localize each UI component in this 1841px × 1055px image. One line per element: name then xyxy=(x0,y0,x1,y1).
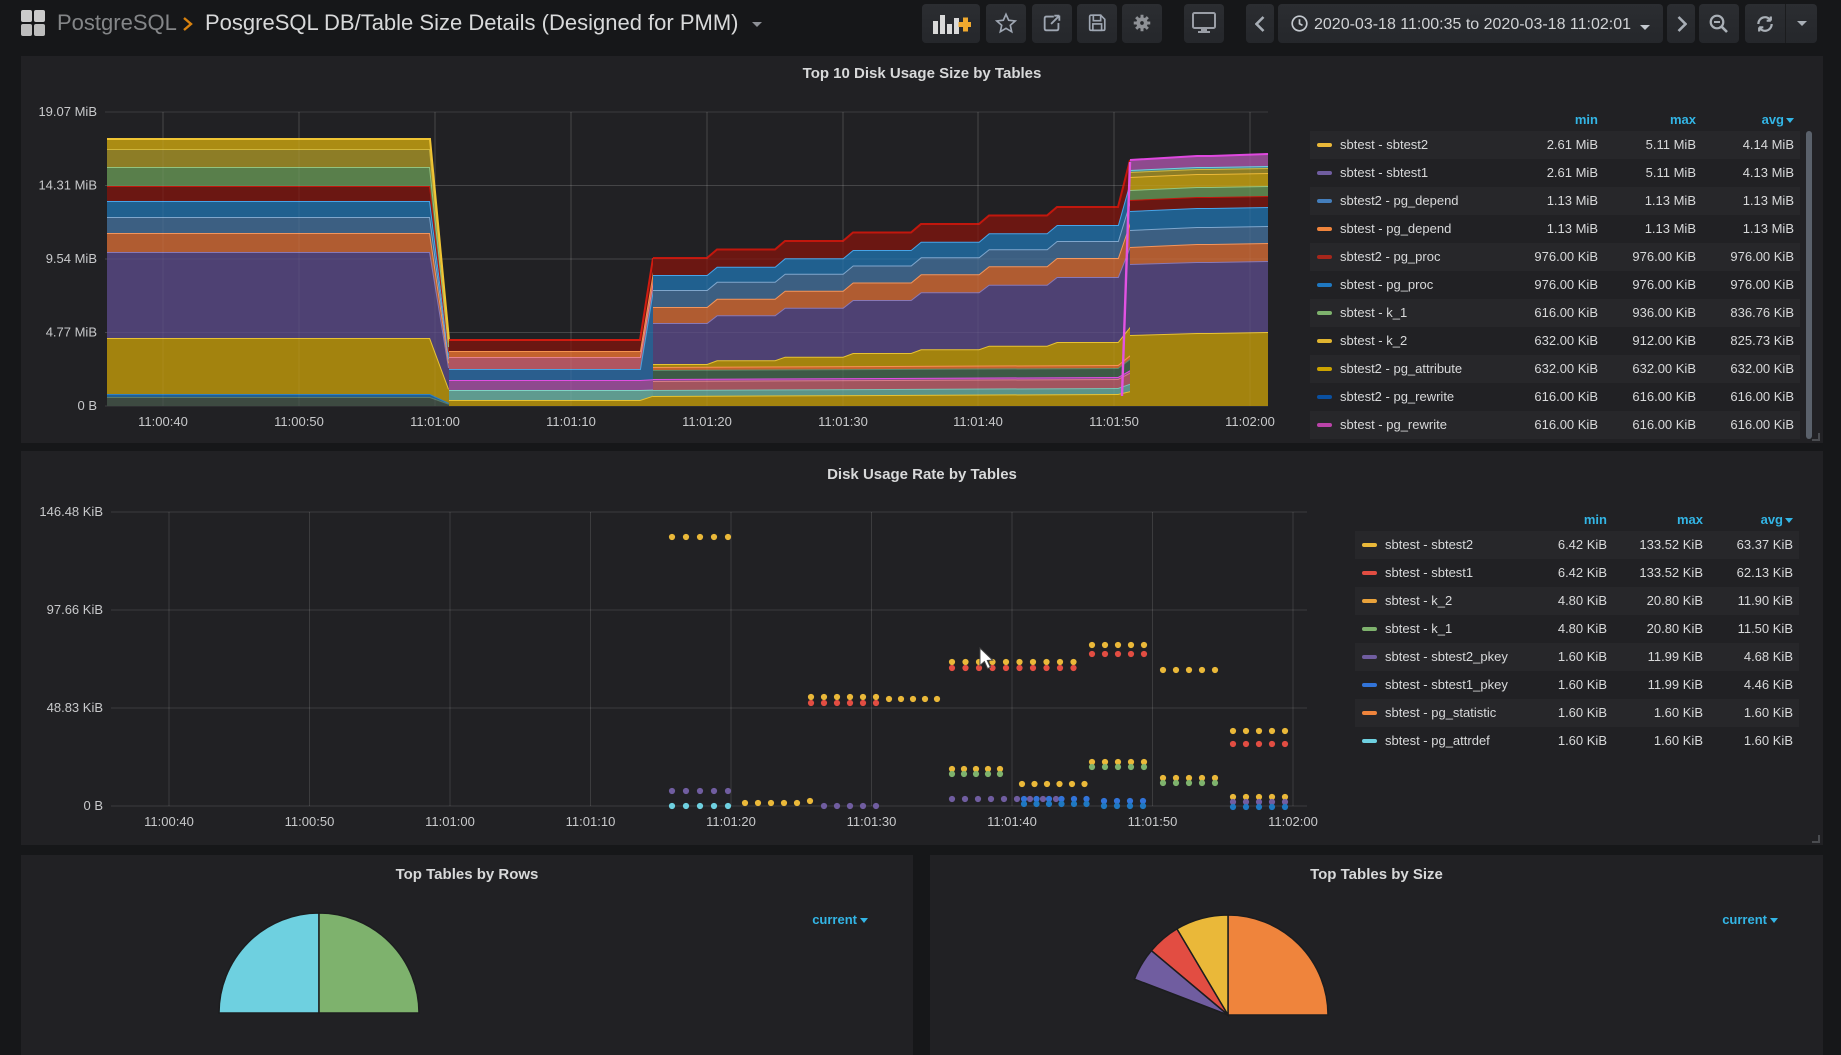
svg-text:11:01:00: 11:01:00 xyxy=(425,814,475,829)
svg-text:11:00:40: 11:00:40 xyxy=(144,814,194,829)
svg-text:146.48 KiB: 146.48 KiB xyxy=(39,504,103,519)
svg-text:11:01:20: 11:01:20 xyxy=(682,414,732,429)
svg-text:11:00:40: 11:00:40 xyxy=(138,414,188,429)
svg-text:48.83 KiB: 48.83 KiB xyxy=(47,700,103,715)
svg-text:11:01:00: 11:01:00 xyxy=(410,414,460,429)
svg-text:11:01:50: 11:01:50 xyxy=(1089,414,1139,429)
svg-text:11:02:00: 11:02:00 xyxy=(1268,814,1318,829)
svg-text:11:01:40: 11:01:40 xyxy=(987,814,1037,829)
svg-text:97.66 KiB: 97.66 KiB xyxy=(47,602,103,617)
svg-text:11:00:50: 11:00:50 xyxy=(274,414,324,429)
svg-text:11:01:10: 11:01:10 xyxy=(546,414,596,429)
svg-text:11:01:40: 11:01:40 xyxy=(953,414,1003,429)
svg-text:11:00:50: 11:00:50 xyxy=(285,814,335,829)
svg-text:11:01:10: 11:01:10 xyxy=(566,814,616,829)
svg-text:4.77 MiB: 4.77 MiB xyxy=(46,325,97,340)
svg-text:19.07 MiB: 19.07 MiB xyxy=(38,104,97,119)
svg-text:14.31 MiB: 14.31 MiB xyxy=(38,178,97,193)
svg-text:11:01:30: 11:01:30 xyxy=(847,814,897,829)
svg-text:11:01:30: 11:01:30 xyxy=(818,414,868,429)
svg-text:9.54 MiB: 9.54 MiB xyxy=(46,251,97,266)
svg-text:11:02:00: 11:02:00 xyxy=(1225,414,1275,429)
svg-text:11:01:50: 11:01:50 xyxy=(1128,814,1178,829)
svg-text:11:01:20: 11:01:20 xyxy=(706,814,756,829)
svg-text:0 B: 0 B xyxy=(77,398,97,413)
svg-text:0 B: 0 B xyxy=(83,798,103,813)
